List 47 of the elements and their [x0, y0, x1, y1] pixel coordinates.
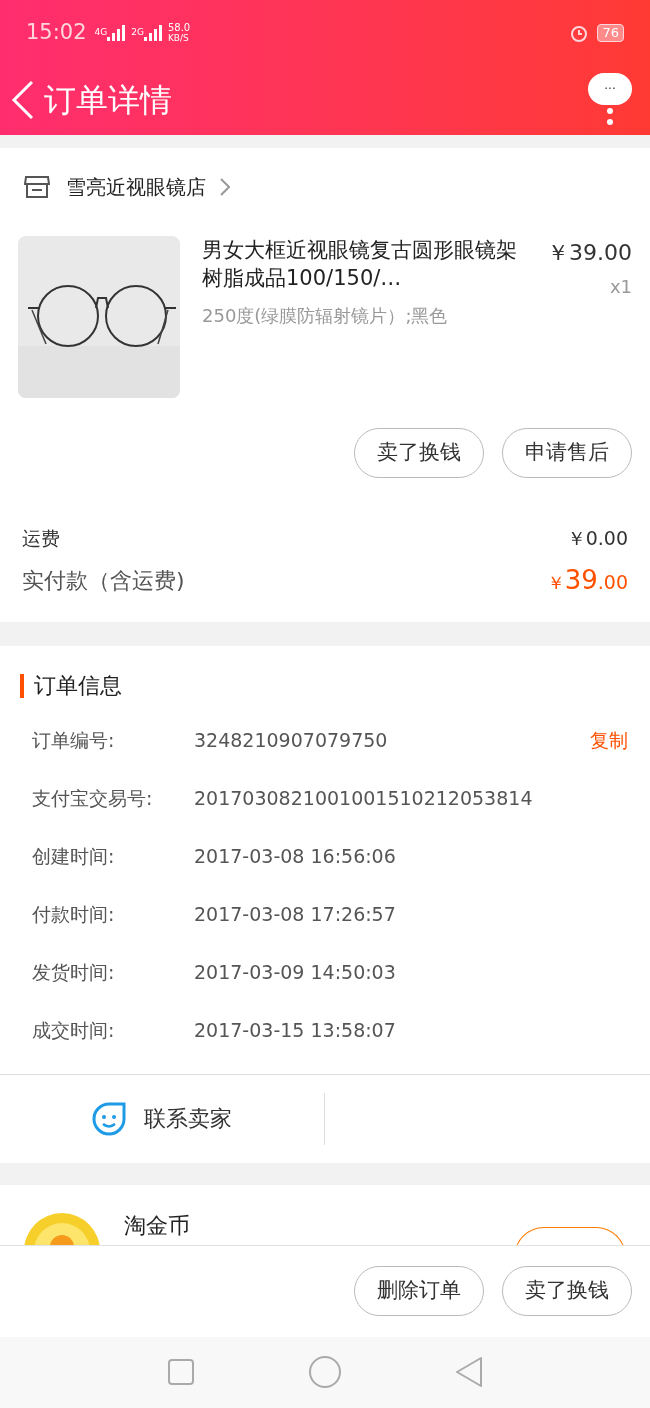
recent-apps-icon[interactable] — [166, 1358, 195, 1387]
section-title: 订单信息 — [34, 672, 122, 700]
product-title[interactable]: 男女大框近视眼镜复古圆形眼镜架树脂成品100/150/… — [202, 236, 532, 292]
signal-icon — [107, 24, 128, 41]
section-marker — [20, 673, 24, 698]
product-quantity: x1 — [609, 275, 632, 299]
home-icon[interactable] — [308, 1355, 342, 1390]
chat-face-icon — [92, 1101, 126, 1136]
action-button[interactable]: 卖了换钱 — [502, 1266, 632, 1316]
info-value: 2017-03-09 14:50:03 — [194, 959, 396, 985]
network-label: 4G — [94, 25, 108, 39]
action-button[interactable]: 卖了换钱 — [354, 428, 484, 478]
info-label: 支付宝交易号: — [32, 785, 154, 811]
product-spec: 250度(绿膜防辐射镜片）;黑色 — [202, 304, 449, 328]
product-price: ￥39.00 — [547, 239, 632, 267]
info-value: 2017-03-08 16:56:06 — [194, 843, 396, 869]
paid-amount: ￥39.00 — [546, 563, 628, 597]
more-icon[interactable] — [606, 105, 614, 127]
info-value: 2017030821001001510212053814 — [194, 785, 533, 811]
info-label: 发货时间: — [32, 959, 116, 985]
back-icon[interactable] — [10, 78, 36, 122]
shipping-label: 运费 — [22, 526, 60, 551]
page-title: 订单详情 — [44, 80, 172, 121]
status-time: 15:02 — [26, 18, 87, 46]
action-button[interactable]: 申请售后 — [502, 428, 632, 478]
shop-name[interactable]: 雪亮近视眼镜店 — [66, 172, 206, 202]
battery-indicator: 76 — [597, 23, 624, 42]
info-value: 2017-03-15 13:58:07 — [194, 1017, 396, 1043]
more-bubble[interactable]: ··· — [588, 73, 632, 105]
chevron-icon — [220, 178, 230, 196]
info-label: 付款时间: — [32, 901, 116, 927]
signal-icon — [143, 24, 164, 41]
info-label: 订单编号: — [32, 727, 116, 753]
action-button[interactable]: 删除订单 — [354, 1266, 484, 1316]
info-label: 创建时间: — [32, 843, 116, 869]
speed-value: 58.0 — [167, 22, 191, 33]
back-nav-icon[interactable] — [455, 1356, 484, 1389]
speed-unit: KB/S — [167, 32, 190, 43]
info-value: 2017-03-08 17:26:57 — [194, 901, 396, 927]
info-label: 成交时间: — [32, 1017, 116, 1043]
shipping-value: ￥0.00 — [566, 526, 628, 551]
store-icon — [24, 175, 50, 199]
network-label: 2G — [131, 25, 144, 39]
contact-seller-button[interactable]: 联系卖家 — [0, 1092, 325, 1145]
paid-label: 实付款（含运费) — [22, 566, 185, 595]
coin-title: 淘金币 — [124, 1212, 190, 1239]
info-value: 3248210907079750 — [194, 727, 388, 753]
